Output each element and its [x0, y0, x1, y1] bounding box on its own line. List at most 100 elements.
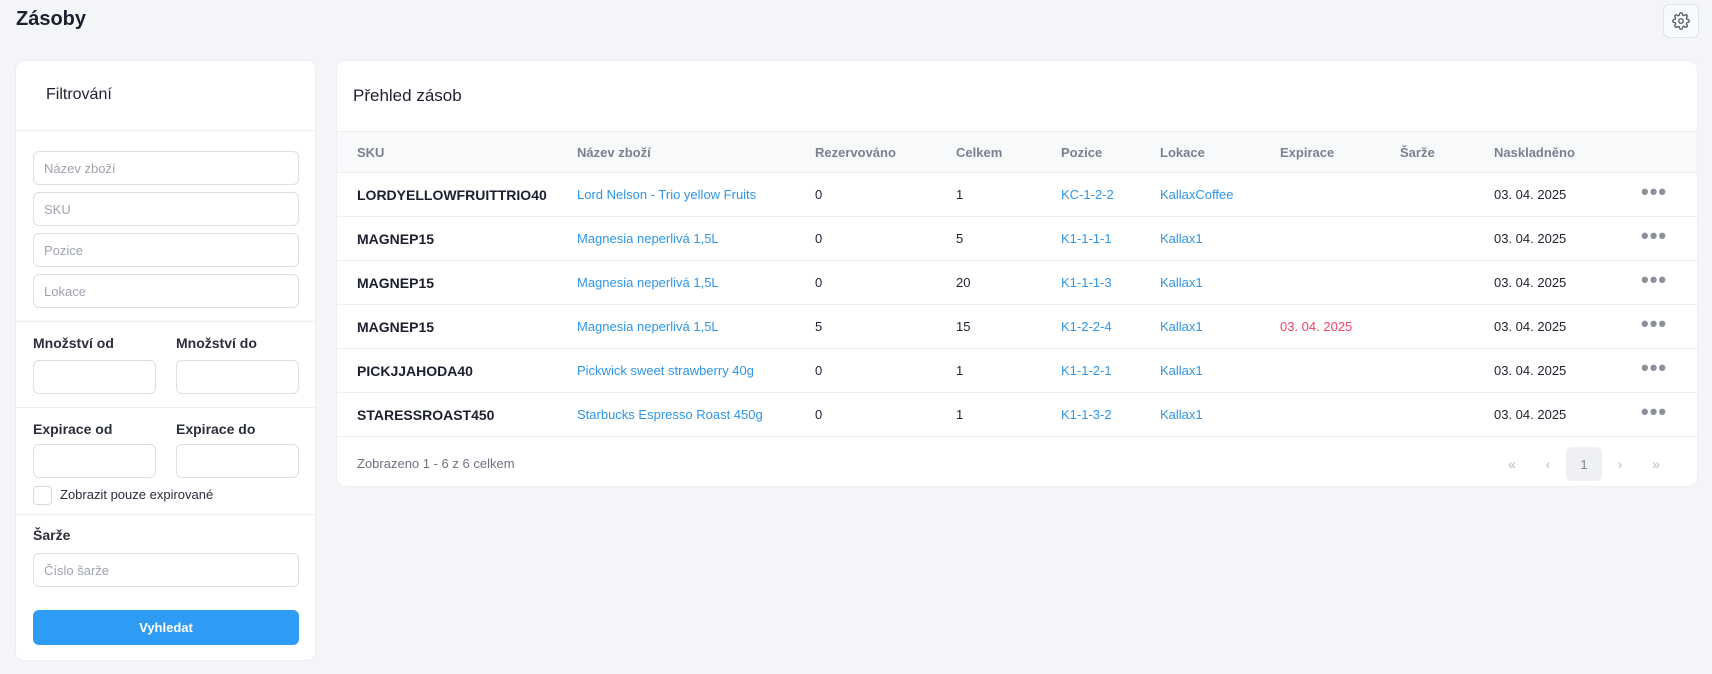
cell-total: 1	[936, 348, 1041, 393]
gear-icon	[1672, 12, 1690, 30]
product-link[interactable]: Pickwick sweet strawberry 40g	[577, 363, 754, 378]
exp-from-label: Expirace od	[33, 421, 113, 437]
cell-total: 1	[936, 172, 1041, 217]
cell-reserved: 5	[795, 304, 936, 349]
cell-stocked: 03. 04. 2025	[1474, 216, 1621, 261]
next-page-button[interactable]: ›	[1602, 447, 1638, 481]
cell-stocked: 03. 04. 2025	[1474, 260, 1621, 305]
table-row: LORDYELLOWFRUITTRIO40 Lord Nelson - Trio…	[337, 172, 1697, 217]
product-name-input[interactable]	[33, 151, 299, 185]
cell-batch	[1380, 304, 1474, 349]
expired-only-label: Zobrazit pouze expirované	[60, 487, 214, 502]
product-link[interactable]: Starbucks Espresso Roast 450g	[577, 407, 763, 422]
column-header-reserved[interactable]: Rezervováno	[795, 131, 936, 173]
first-page-button[interactable]: «	[1494, 447, 1530, 481]
position-link[interactable]: K1-1-1-1	[1061, 231, 1112, 246]
qty-from-input[interactable]	[33, 360, 156, 394]
position-link[interactable]: K1-2-2-4	[1061, 319, 1112, 334]
column-header-stocked[interactable]: Naskladněno	[1474, 131, 1621, 173]
location-input[interactable]	[33, 274, 299, 308]
qty-to-label: Množství do	[176, 335, 257, 351]
location-link[interactable]: Kallax1	[1160, 275, 1203, 290]
table-header-row: SKU Název zboží Rezervováno Celkem Pozic…	[337, 131, 1697, 173]
exp-to-label: Expirace do	[176, 421, 256, 437]
column-header-sku[interactable]: SKU	[337, 131, 557, 173]
cell-reserved: 0	[795, 348, 936, 393]
current-page-button[interactable]: 1	[1566, 447, 1602, 481]
sku-input[interactable]	[33, 192, 299, 226]
divider	[16, 407, 315, 408]
cell-reserved: 0	[795, 392, 936, 437]
column-header-actions	[1621, 131, 1697, 173]
settings-button[interactable]	[1663, 4, 1699, 38]
pagination-info: Zobrazeno 1 - 6 z 6 celkem	[357, 456, 515, 471]
location-link[interactable]: Kallax1	[1160, 231, 1203, 246]
search-button[interactable]: Vyhledat	[33, 610, 299, 645]
more-dots-icon[interactable]: •••	[1641, 179, 1667, 204]
column-header-name[interactable]: Název zboží	[557, 131, 795, 173]
last-page-button[interactable]: »	[1638, 447, 1674, 481]
location-link[interactable]: Kallax1	[1160, 363, 1203, 378]
cell-sku: PICKJJAHODA40	[337, 348, 557, 393]
batch-input[interactable]	[33, 553, 299, 587]
inventory-table: SKU Název zboží Rezervováno Celkem Pozic…	[337, 131, 1697, 437]
cell-sku: STARESSROAST450	[337, 392, 557, 437]
table-row: MAGNEP15 Magnesia neperlivá 1,5L 5 15 K1…	[337, 304, 1697, 349]
position-link[interactable]: KC-1-2-2	[1061, 187, 1114, 202]
cell-stocked: 03. 04. 2025	[1474, 172, 1621, 217]
cell-total: 20	[936, 260, 1041, 305]
cell-sku: MAGNEP15	[337, 216, 557, 261]
cell-total: 5	[936, 216, 1041, 261]
cell-batch	[1380, 260, 1474, 305]
cell-reserved: 0	[795, 172, 936, 217]
more-dots-icon[interactable]: •••	[1641, 223, 1667, 248]
product-link[interactable]: Magnesia neperlivá 1,5L	[577, 275, 719, 290]
cell-sku: MAGNEP15	[337, 304, 557, 349]
cell-batch	[1380, 172, 1474, 217]
divider	[16, 514, 315, 515]
pagination: « ‹ 1 › »	[1494, 447, 1674, 481]
table-row: MAGNEP15 Magnesia neperlivá 1,5L 0 5 K1-…	[337, 216, 1697, 261]
product-link[interactable]: Lord Nelson - Trio yellow Fruits	[577, 187, 756, 202]
inventory-overview: Přehled zásob SKU Název zboží Rezervován…	[337, 61, 1697, 486]
filter-panel: Filtrování Množství od Množství do Expir…	[16, 61, 315, 660]
more-dots-icon[interactable]: •••	[1641, 311, 1667, 336]
location-link[interactable]: Kallax1	[1160, 319, 1203, 334]
cell-total: 1	[936, 392, 1041, 437]
cell-reserved: 0	[795, 216, 936, 261]
product-link[interactable]: Magnesia neperlivá 1,5L	[577, 231, 719, 246]
column-header-total[interactable]: Celkem	[936, 131, 1041, 173]
cell-reserved: 0	[795, 260, 936, 305]
prev-page-button[interactable]: ‹	[1530, 447, 1566, 481]
position-input[interactable]	[33, 233, 299, 267]
cell-total: 15	[936, 304, 1041, 349]
location-link[interactable]: Kallax1	[1160, 407, 1203, 422]
cell-sku: MAGNEP15	[337, 260, 557, 305]
position-link[interactable]: K1-1-3-2	[1061, 407, 1112, 422]
column-header-position[interactable]: Pozice	[1041, 131, 1140, 173]
cell-stocked: 03. 04. 2025	[1474, 348, 1621, 393]
exp-to-input[interactable]	[176, 444, 299, 478]
product-link[interactable]: Magnesia neperlivá 1,5L	[577, 319, 719, 334]
cell-batch	[1380, 216, 1474, 261]
divider	[16, 321, 315, 322]
position-link[interactable]: K1-1-2-1	[1061, 363, 1112, 378]
cell-stocked: 03. 04. 2025	[1474, 392, 1621, 437]
exp-from-input[interactable]	[33, 444, 156, 478]
column-header-location[interactable]: Lokace	[1140, 131, 1260, 173]
qty-from-label: Množství od	[33, 335, 114, 351]
more-dots-icon[interactable]: •••	[1641, 355, 1667, 380]
expired-only-checkbox[interactable]	[33, 486, 52, 505]
table-row: MAGNEP15 Magnesia neperlivá 1,5L 0 20 K1…	[337, 260, 1697, 305]
page-title: Zásoby	[16, 8, 87, 30]
cell-expiration: 03. 04. 2025	[1280, 319, 1353, 334]
more-dots-icon[interactable]: •••	[1641, 267, 1667, 292]
column-header-expiration[interactable]: Expirace	[1260, 131, 1380, 173]
qty-to-input[interactable]	[176, 360, 299, 394]
more-dots-icon[interactable]: •••	[1641, 399, 1667, 424]
column-header-batch[interactable]: Šarže	[1380, 131, 1474, 173]
location-link[interactable]: KallaxCoffee	[1160, 187, 1233, 202]
table-row: STARESSROAST450 Starbucks Espresso Roast…	[337, 392, 1697, 437]
position-link[interactable]: K1-1-1-3	[1061, 275, 1112, 290]
cell-batch	[1380, 392, 1474, 437]
